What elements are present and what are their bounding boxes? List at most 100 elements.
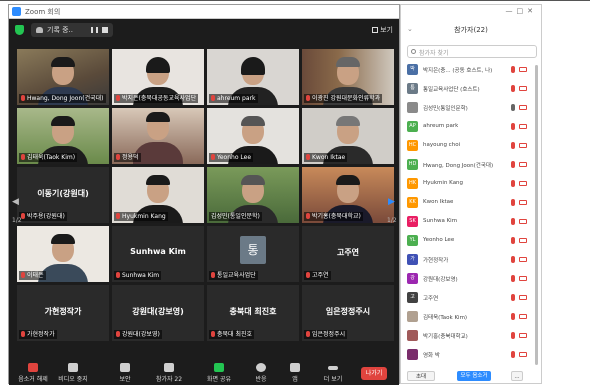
view-button[interactable]: 보기 (372, 25, 393, 35)
muted-mic-icon[interactable] (511, 123, 515, 130)
video-tile[interactable]: Hwang, Dong Joon(건국대) (17, 49, 109, 105)
muted-mic-icon[interactable] (511, 161, 515, 168)
muted-mic-icon[interactable] (511, 142, 515, 149)
muted-mic-icon[interactable] (511, 237, 515, 244)
muted-mic-icon[interactable] (511, 85, 515, 92)
participant-row[interactable]: 강 강원대(강보영) (405, 272, 531, 286)
video-off-icon[interactable] (519, 143, 527, 148)
video-off-icon[interactable] (519, 333, 527, 338)
video-off-icon[interactable] (519, 314, 527, 319)
participant-search-input[interactable]: 참가자 찾기 (407, 45, 537, 58)
video-off-icon[interactable] (519, 67, 527, 72)
participant-avatar: HC (407, 140, 418, 151)
participant-name: 가현정작가 (423, 258, 449, 264)
participant-row[interactable]: 박 박지은(충... (공동 호스트, 나) (405, 63, 531, 77)
more-button[interactable]: 더 보기 (313, 363, 353, 383)
participant-row[interactable]: KK Kwon Iktae (405, 196, 531, 210)
participant-row[interactable]: 고 고주연 (405, 291, 531, 305)
video-tile[interactable]: 이광진 강원대문화인류학과 (302, 49, 394, 105)
muted-mic-icon[interactable] (511, 275, 515, 282)
participant-row[interactable]: SK Sunhwa Kim (405, 215, 531, 229)
participant-row[interactable]: 김태욱(Taok Kim) (405, 310, 531, 324)
maximize-icon[interactable]: □ (517, 7, 528, 15)
video-tile[interactable]: 이태은 (17, 226, 109, 282)
video-tile[interactable]: 이동기(강원대) 박주용(강원대) (17, 167, 109, 223)
participant-row[interactable]: HD Hwang, Dong Joon(건국대) (405, 158, 531, 172)
participant-row[interactable]: 통 통일교육사업단 (호스트) (405, 82, 531, 96)
video-tile[interactable]: Yeonho Lee (207, 108, 299, 164)
panel-more-button[interactable]: ... (511, 371, 523, 381)
video-off-icon[interactable] (519, 162, 527, 167)
muted-mic-icon[interactable] (511, 332, 515, 339)
next-page-arrow-icon[interactable]: ▶ (387, 197, 396, 217)
video-tile[interactable]: 정용덕 (112, 108, 204, 164)
share-screen-button[interactable]: 화면 공유 (199, 363, 239, 383)
video-tile[interactable]: ahreum park (207, 49, 299, 105)
leave-button[interactable]: 나가기 (361, 367, 387, 380)
pause-recording-icon[interactable] (91, 27, 98, 33)
tile-center-name: Sunhwa Kim (130, 247, 186, 256)
participant-row[interactable]: 영화 박 (405, 348, 531, 362)
participant-row[interactable]: AP ahreum park (405, 120, 531, 134)
muted-mic-icon (21, 331, 25, 337)
video-off-icon[interactable] (519, 219, 527, 224)
muted-mic-icon[interactable] (511, 313, 515, 320)
participant-row[interactable]: 김성민(통일인문학) (405, 101, 531, 115)
muted-mic-icon[interactable] (511, 351, 515, 358)
tile-name: 임은정정주시 (304, 330, 348, 339)
muted-mic-icon[interactable] (511, 199, 515, 206)
video-tile[interactable]: 고주연 고주연 (302, 226, 394, 282)
video-tile[interactable]: 임은정정주시 임은정정주시 (302, 285, 394, 341)
invite-button[interactable]: 초대 (407, 371, 435, 381)
video-tile[interactable]: 강원대(강보영) 강원대(강보영) (112, 285, 204, 341)
apps-button[interactable]: 앱 (275, 363, 315, 383)
mic-icon[interactable] (511, 104, 515, 111)
participant-row[interactable]: HK Hyukmin Kang (405, 177, 531, 191)
video-tile[interactable]: Hyukmin Kang (112, 167, 204, 223)
participant-row[interactable]: 박기홍(충북대학교) (405, 329, 531, 343)
video-off-icon[interactable] (519, 276, 527, 281)
video-tile-active-speaker[interactable]: 김성민(통일인문학) (207, 167, 299, 223)
video-tile[interactable]: 김태욱(Taok Kim) (17, 108, 109, 164)
participant-list-scrollbar[interactable] (535, 65, 538, 365)
minimize-icon[interactable]: — (506, 7, 517, 15)
muted-mic-icon[interactable] (511, 180, 515, 187)
video-off-icon[interactable] (519, 295, 527, 300)
video-off-icon[interactable] (519, 181, 527, 186)
participant-row[interactable]: 가 가현정작가 (405, 253, 531, 267)
close-icon[interactable]: ✕ (527, 7, 537, 15)
muted-mic-icon (116, 154, 120, 160)
video-off-icon[interactable] (519, 257, 527, 262)
mute-all-button[interactable]: 모두 음소거 (457, 371, 491, 381)
muted-mic-icon (28, 363, 38, 372)
muted-mic-icon[interactable] (511, 256, 515, 263)
participant-row[interactable]: YL Yeonho Lee (405, 234, 531, 248)
video-off-icon[interactable] (519, 105, 527, 110)
stop-video-button[interactable]: 비디오 중지 (53, 363, 93, 383)
muted-mic-icon[interactable] (511, 218, 515, 225)
video-off-icon[interactable] (519, 86, 527, 91)
video-off-icon[interactable] (519, 200, 527, 205)
participant-row[interactable]: HC hayoung choi (405, 139, 531, 153)
video-off-icon[interactable] (519, 124, 527, 129)
muted-mic-icon[interactable] (511, 294, 515, 301)
video-off-icon[interactable] (519, 352, 527, 357)
video-tile[interactable]: Kwon Iktae (302, 108, 394, 164)
participants-button[interactable]: 참가자 22 (149, 363, 189, 383)
previous-page-arrow-icon[interactable]: ◀ (11, 197, 20, 217)
video-tile[interactable]: 통 통일교육사업단 (207, 226, 299, 282)
video-tile[interactable]: 충북대 최진호 충북대 최진호 (207, 285, 299, 341)
tile-name: Hwang, Dong Joon(건국대) (19, 94, 106, 103)
scrollbar-thumb[interactable] (535, 65, 538, 365)
video-tile[interactable]: 박기홍(충북대학교) (302, 167, 394, 223)
muted-mic-icon[interactable] (511, 66, 515, 73)
video-tile[interactable]: 박지은(충북대공동교육사업단 (112, 49, 204, 105)
security-button[interactable]: 보안 (105, 363, 145, 383)
unmute-button[interactable]: 음소거 해제 (13, 363, 53, 383)
video-tile[interactable]: 가현정작가 가현정작가 (17, 285, 109, 341)
video-tile[interactable]: Sunhwa Kim Sunhwa Kim (112, 226, 204, 282)
shield-icon[interactable] (15, 25, 24, 35)
video-off-icon[interactable] (519, 238, 527, 243)
participant-avatar: 통 (240, 236, 266, 264)
stop-recording-icon[interactable] (102, 27, 108, 33)
